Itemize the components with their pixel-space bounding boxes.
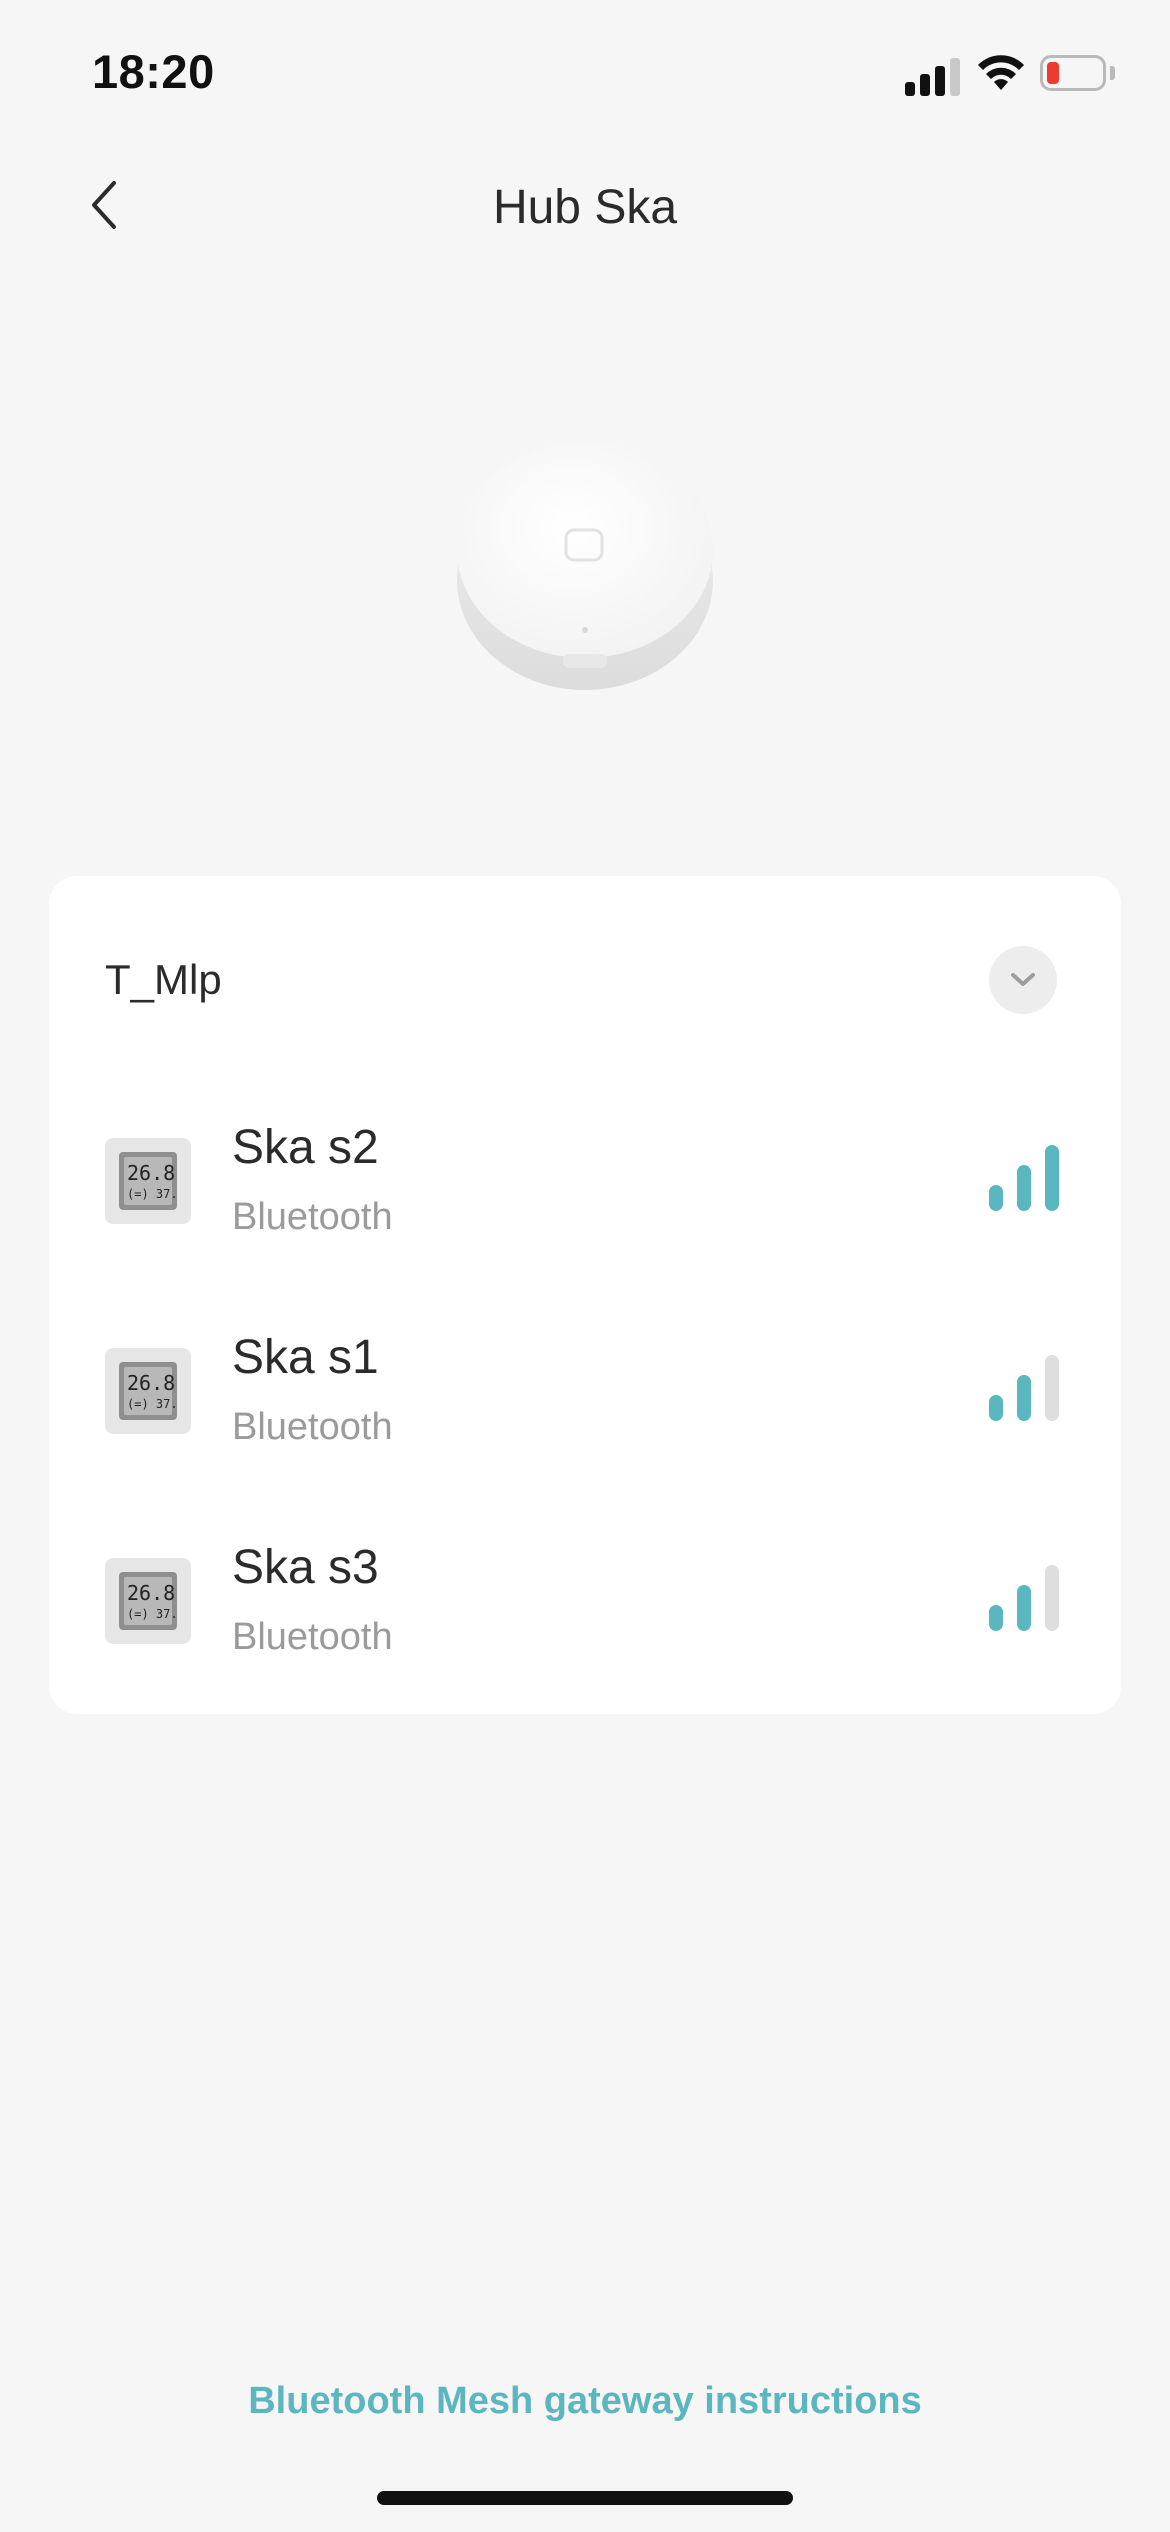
page-title: Hub Ska bbox=[492, 181, 678, 234]
nav-bar: Hub Ska bbox=[0, 150, 1170, 260]
device-row-ska-s1[interactable]: 26.8 (=) 37. Ska s1 Bluetooth bbox=[49, 1296, 1121, 1496]
signal-bar bbox=[1017, 1165, 1031, 1211]
battery-level bbox=[1047, 62, 1059, 84]
signal-strength-icon bbox=[989, 1351, 1061, 1421]
svg-text:26.8: 26.8 bbox=[127, 1161, 175, 1185]
chevron-down-icon bbox=[1011, 973, 1035, 986]
device-row-ska-s3[interactable]: 26.8 (=) 37. Ska s3 Bluetooth bbox=[49, 1506, 1121, 1706]
signal-bar bbox=[989, 1395, 1003, 1421]
device-group-card: T_Mlp 26.8 (=) 37. Ska s2 Bluetooth 26.8… bbox=[49, 876, 1121, 1714]
expand-button[interactable] bbox=[989, 946, 1057, 1014]
svg-text:26.8: 26.8 bbox=[127, 1371, 175, 1395]
svg-text:(=) 37.: (=) 37. bbox=[127, 1187, 178, 1201]
signal-bar bbox=[1017, 1375, 1031, 1421]
svg-text:(=) 37.: (=) 37. bbox=[127, 1607, 178, 1621]
device-row-ska-s2[interactable]: 26.8 (=) 37. Ska s2 Bluetooth bbox=[49, 1086, 1121, 1286]
cell-signal-bar bbox=[905, 82, 915, 96]
group-title: T_Mlp bbox=[105, 956, 222, 1003]
cell-signal-bar bbox=[935, 66, 945, 96]
status-time: 18:20 bbox=[92, 45, 215, 98]
signal-bar bbox=[989, 1185, 1003, 1211]
device-name: Ska s3 bbox=[232, 1541, 379, 1594]
signal-strength-icon bbox=[989, 1141, 1061, 1211]
device-connection-type: Bluetooth bbox=[232, 1196, 393, 1238]
signal-bar bbox=[989, 1605, 1003, 1631]
svg-text:(=) 37.: (=) 37. bbox=[127, 1397, 178, 1411]
hub-device-image bbox=[457, 442, 713, 690]
wifi-icon bbox=[978, 55, 1024, 90]
thermometer-hygrometer-icon: 26.8 (=) 37. bbox=[105, 1558, 191, 1644]
battery-cap bbox=[1110, 66, 1115, 80]
device-connection-type: Bluetooth bbox=[232, 1616, 393, 1658]
signal-bar bbox=[1045, 1145, 1059, 1211]
signal-bar bbox=[1045, 1355, 1059, 1421]
device-name: Ska s2 bbox=[232, 1121, 379, 1174]
screen: 18:20 Hub Ska T_Mlp 26.8 (=) 37. Ska s2 … bbox=[0, 0, 1170, 2532]
svg-text:26.8: 26.8 bbox=[127, 1581, 175, 1605]
signal-strength-icon bbox=[989, 1561, 1061, 1631]
signal-bar bbox=[1017, 1585, 1031, 1631]
device-connection-type: Bluetooth bbox=[232, 1406, 393, 1448]
battery-icon bbox=[1040, 55, 1106, 91]
thermometer-hygrometer-icon: 26.8 (=) 37. bbox=[105, 1138, 191, 1224]
cell-signal-icon bbox=[905, 56, 961, 96]
group-header: T_Mlp bbox=[49, 876, 1121, 1086]
status-bar: 18:20 bbox=[0, 0, 1170, 150]
home-indicator[interactable] bbox=[377, 2491, 793, 2505]
device-name: Ska s1 bbox=[232, 1331, 379, 1384]
cell-signal-bar bbox=[950, 58, 960, 96]
gateway-instructions-link[interactable]: Bluetooth Mesh gateway instructions bbox=[0, 2380, 1170, 2423]
signal-bar bbox=[1045, 1565, 1059, 1631]
cell-signal-bar bbox=[920, 74, 930, 96]
thermometer-hygrometer-icon: 26.8 (=) 37. bbox=[105, 1348, 191, 1434]
